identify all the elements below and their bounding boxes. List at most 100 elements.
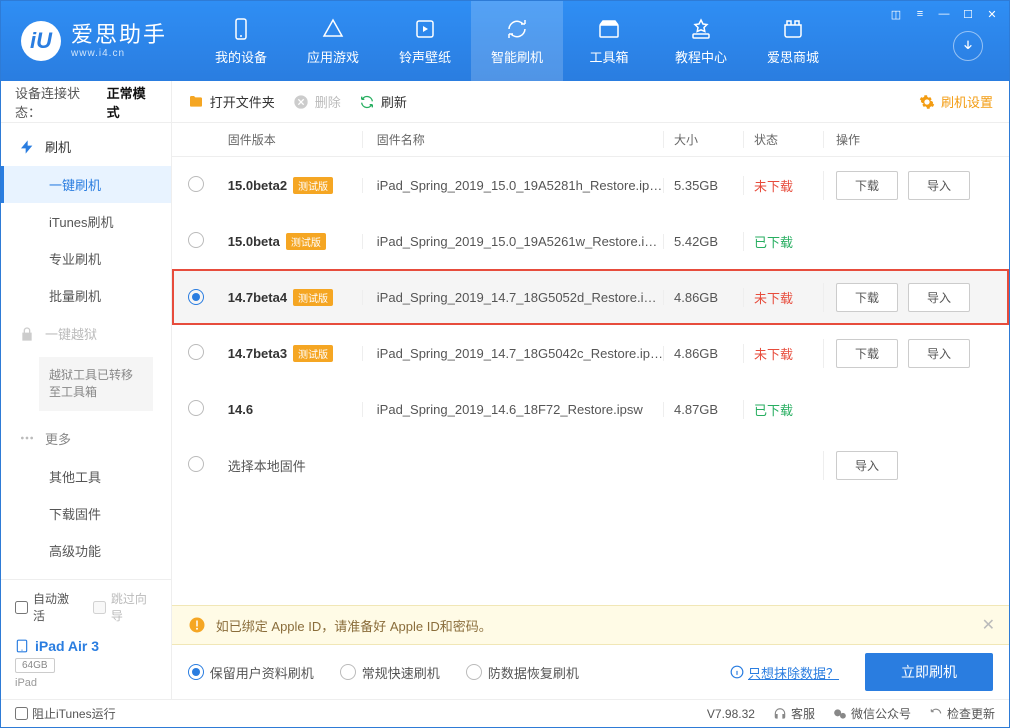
row-version: 14.7beta3测试版 — [222, 345, 362, 362]
row-radio[interactable] — [188, 344, 204, 360]
skip-guide-checkbox[interactable]: 跳过向导 — [93, 590, 157, 624]
row-radio[interactable] — [188, 456, 204, 472]
firmware-rows: 15.0beta2测试版iPad_Spring_2019_15.0_19A528… — [172, 157, 1009, 605]
refresh-icon — [359, 94, 375, 110]
headset-icon — [773, 707, 787, 721]
table-header: 固件版本 固件名称 大小 状态 操作 — [172, 123, 1009, 157]
row-name: iPad_Spring_2019_15.0_19A5261w_Restore.i… — [362, 234, 663, 249]
warning-bar: 如已绑定 Apple ID，请准备好 Apple ID和密码。 ✕ — [172, 605, 1009, 645]
beta-badge: 测试版 — [293, 345, 333, 362]
status-label: 设备连接状态： — [15, 83, 103, 121]
sidebar-section-flash[interactable]: 刷机 — [1, 127, 171, 166]
sidebar-section-jailbreak: 一键越狱 — [1, 314, 171, 353]
th-size: 大小 — [663, 131, 743, 148]
download-button[interactable]: 下载 — [836, 339, 898, 368]
firmware-row[interactable]: 15.0beta测试版iPad_Spring_2019_15.0_19A5261… — [172, 213, 1009, 269]
delete-icon — [293, 94, 309, 110]
nav-item-2[interactable]: 铃声壁纸 — [379, 1, 471, 81]
update-link[interactable]: 检查更新 — [929, 705, 995, 722]
import-button[interactable]: 导入 — [908, 171, 970, 200]
row-size: 4.87GB — [663, 402, 743, 417]
beta-badge: 测试版 — [293, 177, 333, 194]
row-status: 已下载 — [743, 232, 823, 251]
sidebar-item-more-1[interactable]: 下载固件 — [1, 495, 171, 532]
sidebar-item-more-2[interactable]: 高级功能 — [1, 532, 171, 569]
flash-option-1[interactable]: 常规快速刷机 — [340, 663, 440, 682]
close-icon[interactable]: ✕ — [981, 5, 1003, 23]
sidebar-item-flash-1[interactable]: iTunes刷机 — [1, 203, 171, 240]
logo[interactable]: iU 爱思助手 www.i4.cn — [1, 1, 185, 81]
status-value: 正常模式 — [107, 83, 157, 121]
warning-text: 如已绑定 Apple ID，请准备好 Apple ID和密码。 — [216, 616, 492, 635]
firmware-row[interactable]: 14.7beta4测试版iPad_Spring_2019_14.7_18G505… — [172, 269, 1009, 325]
import-button[interactable]: 导入 — [908, 339, 970, 368]
row-name: iPad_Spring_2019_14.7_18G5052d_Restore.i… — [362, 290, 663, 305]
sidebar-item-more-0[interactable]: 其他工具 — [1, 458, 171, 495]
radio-icon — [466, 664, 482, 680]
th-ops: 操作 — [823, 131, 993, 148]
local-firmware-row[interactable]: 选择本地固件导入 — [172, 437, 1009, 493]
nav-item-3[interactable]: 智能刷机 — [471, 1, 563, 81]
download-circle-icon[interactable] — [953, 31, 983, 61]
th-name: 固件名称 — [362, 131, 663, 148]
auto-activate-checkbox[interactable]: 自动激活 — [15, 590, 79, 624]
firmware-row[interactable]: 14.6iPad_Spring_2019_14.6_18F72_Restore.… — [172, 381, 1009, 437]
row-version: 15.0beta2测试版 — [222, 177, 362, 194]
download-button[interactable]: 下载 — [836, 171, 898, 200]
row-size: 5.35GB — [663, 178, 743, 193]
radio-icon — [340, 664, 356, 680]
sidebar: 设备连接状态： 正常模式 刷机 一键刷机iTunes刷机专业刷机批量刷机 一键越… — [1, 81, 172, 699]
row-version: 14.7beta4测试版 — [222, 289, 362, 306]
row-size: 4.86GB — [663, 290, 743, 305]
firmware-row[interactable]: 14.7beta3测试版iPad_Spring_2019_14.7_18G504… — [172, 325, 1009, 381]
wechat-link[interactable]: 微信公众号 — [833, 705, 911, 722]
service-link[interactable]: 客服 — [773, 705, 815, 722]
nav-item-5[interactable]: 教程中心 — [655, 1, 747, 81]
row-size: 5.42GB — [663, 234, 743, 249]
wechat-icon — [833, 707, 847, 721]
open-folder-button[interactable]: 打开文件夹 — [188, 92, 275, 111]
import-button[interactable]: 导入 — [908, 283, 970, 312]
erase-link[interactable]: 只想抹除数据？ — [748, 663, 839, 682]
nav-item-1[interactable]: 应用游戏 — [287, 1, 379, 81]
nav-item-6[interactable]: 爱思商城 — [747, 1, 839, 81]
device-name[interactable]: iPad Air 3 — [15, 638, 157, 654]
row-radio[interactable] — [188, 289, 204, 305]
sidebar-item-flash-2[interactable]: 专业刷机 — [1, 240, 171, 277]
warning-close-icon[interactable]: ✕ — [982, 615, 995, 635]
download-button[interactable]: 下载 — [836, 283, 898, 312]
flash-settings-button[interactable]: 刷机设置 — [919, 92, 993, 111]
sidebar-section-more[interactable]: 更多 — [1, 419, 171, 458]
nav-item-4[interactable]: 工具箱 — [563, 1, 655, 81]
storage-badge: 64GB — [15, 658, 55, 673]
row-radio[interactable] — [188, 400, 204, 416]
menu-icon[interactable]: ≡ — [909, 5, 931, 23]
th-status: 状态 — [743, 131, 823, 148]
row-status: 已下载 — [743, 400, 823, 419]
minimize-icon[interactable]: — — [933, 5, 955, 23]
row-status: 未下载 — [743, 344, 823, 363]
sidebar-item-flash-0[interactable]: 一键刷机 — [1, 166, 171, 203]
import-button[interactable]: 导入 — [836, 451, 898, 480]
row-name: iPad_Spring_2019_14.6_18F72_Restore.ipsw — [362, 402, 663, 417]
more-icon — [19, 430, 35, 446]
tshirt-icon[interactable]: ◫ — [885, 5, 907, 23]
row-radio[interactable] — [188, 232, 204, 248]
maximize-icon[interactable]: ☐ — [957, 5, 979, 23]
sidebar-item-flash-3[interactable]: 批量刷机 — [1, 277, 171, 314]
row-version: 14.6 — [222, 402, 362, 417]
main-nav: 我的设备应用游戏铃声壁纸智能刷机工具箱教程中心爱思商城 — [195, 1, 839, 81]
delete-button[interactable]: 删除 — [293, 92, 341, 111]
jailbreak-note: 越狱工具已转移至工具箱 — [39, 357, 153, 411]
flash-option-2[interactable]: 防数据恢复刷机 — [466, 663, 579, 682]
row-radio[interactable] — [188, 176, 204, 192]
app-name: 爱思助手 — [71, 23, 167, 47]
flash-option-0[interactable]: 保留用户资料刷机 — [188, 663, 314, 682]
update-icon — [929, 707, 943, 721]
nav-item-0[interactable]: 我的设备 — [195, 1, 287, 81]
firmware-row[interactable]: 15.0beta2测试版iPad_Spring_2019_15.0_19A528… — [172, 157, 1009, 213]
block-itunes-checkbox[interactable]: 阻止iTunes运行 — [15, 705, 116, 722]
refresh-button[interactable]: 刷新 — [359, 92, 407, 111]
flash-now-button[interactable]: 立即刷机 — [865, 653, 993, 691]
row-name: iPad_Spring_2019_15.0_19A5281h_Restore.i… — [362, 178, 663, 193]
